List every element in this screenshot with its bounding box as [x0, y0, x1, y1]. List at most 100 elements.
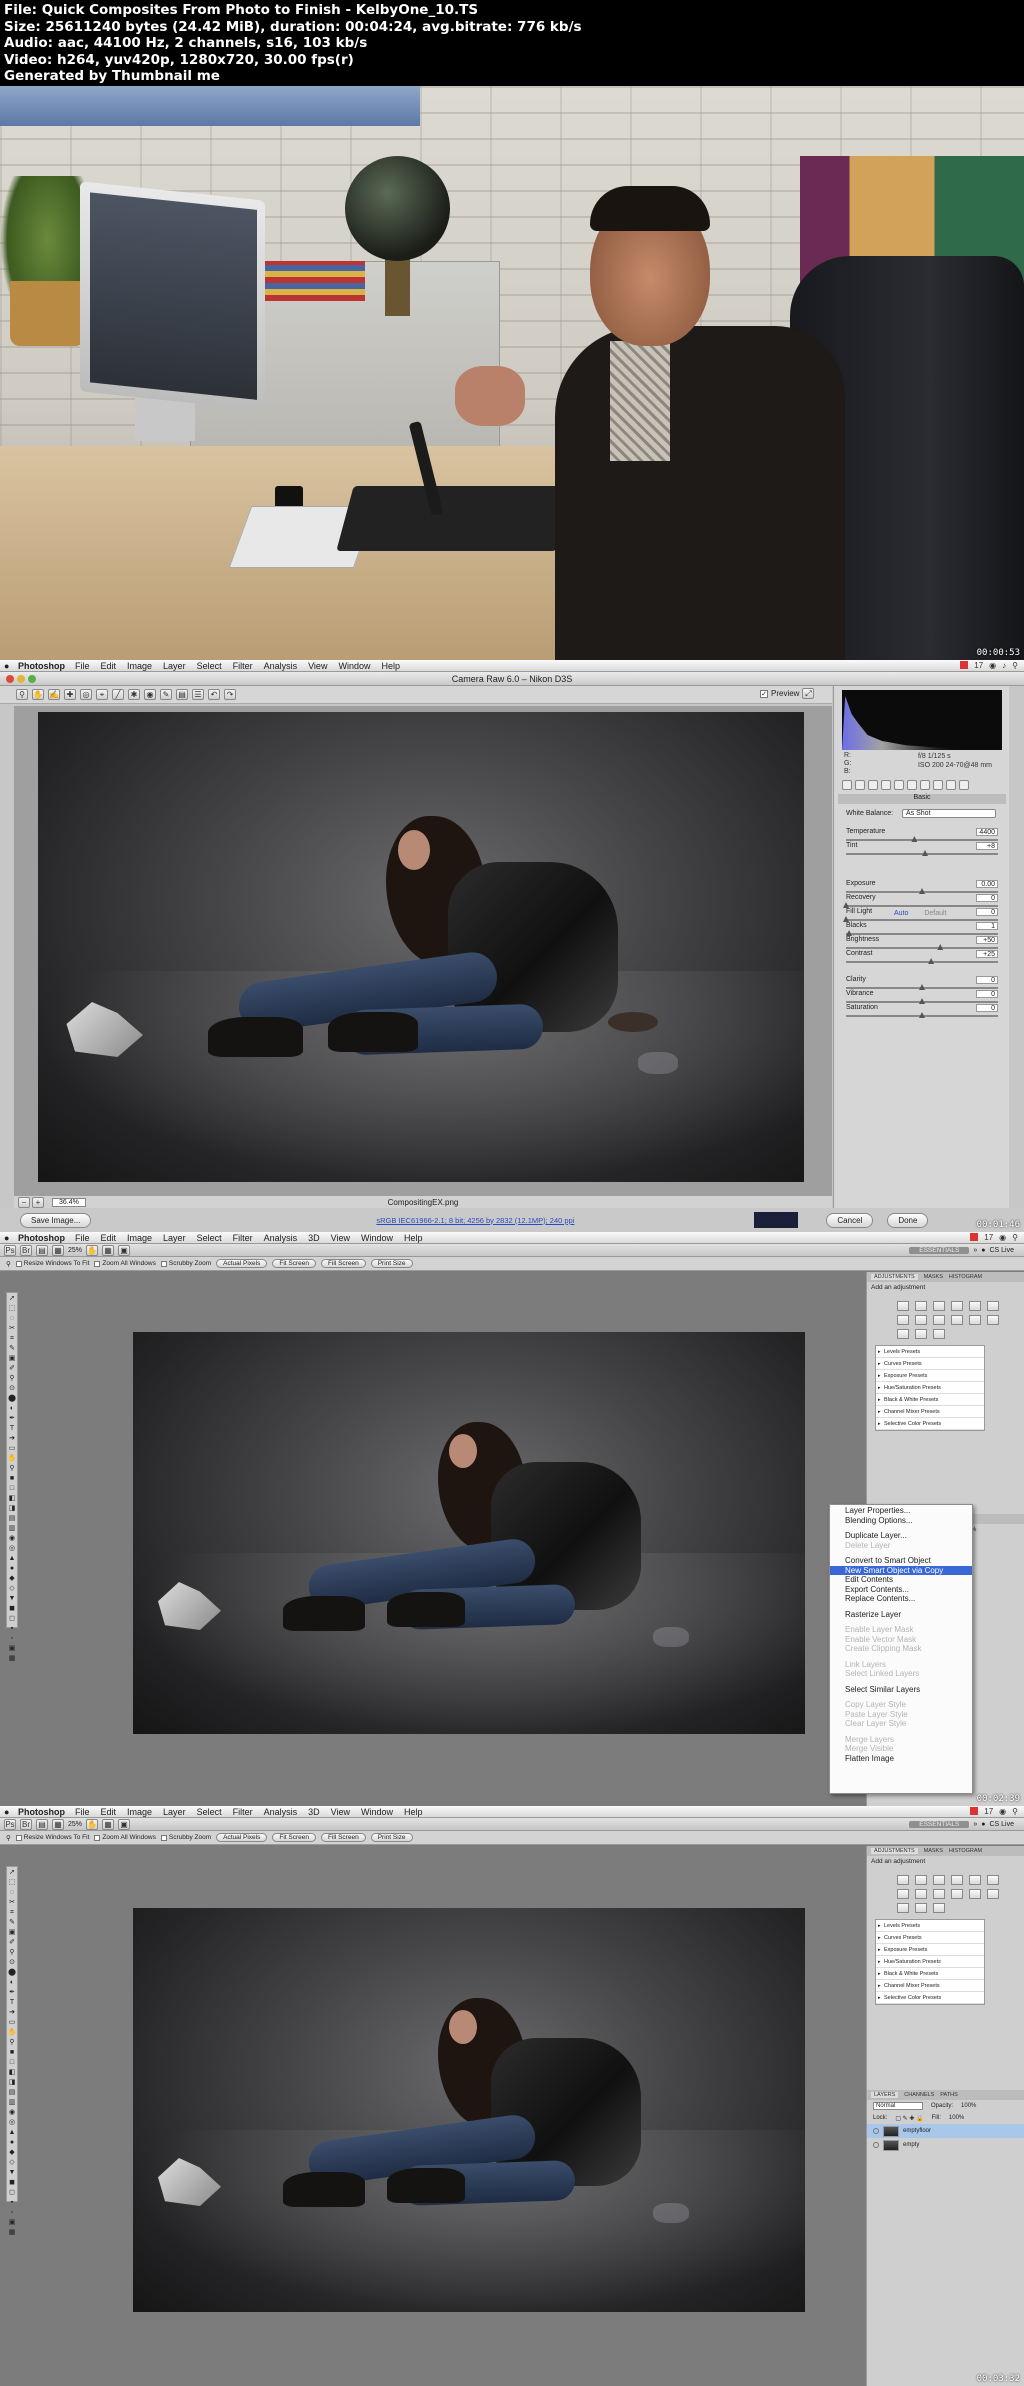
selective-color-icon[interactable] [933, 1903, 945, 1913]
photo-filter-icon[interactable] [933, 1315, 945, 1325]
zoom-tool-icon[interactable]: ⚲ [6, 1260, 11, 1268]
color-balance-icon[interactable] [897, 1315, 909, 1325]
exposure-icon[interactable] [951, 1875, 963, 1885]
tool-icon[interactable]: ◻ [7, 1614, 17, 1623]
preset-item[interactable]: Channel Mixer Presets [876, 1980, 984, 1992]
view-extras-icon[interactable]: ▦ [52, 1244, 64, 1256]
tool-icon[interactable]: ⌗ [7, 1334, 17, 1343]
preset-item[interactable]: Black & White Presets [876, 1394, 984, 1406]
tab-presets-icon[interactable] [946, 780, 956, 790]
menu-help[interactable]: Help [381, 661, 400, 671]
checkbox-icon[interactable] [160, 1260, 167, 1267]
slider-track[interactable] [846, 933, 998, 935]
menu-3d[interactable]: 3D [308, 1807, 320, 1817]
color-sampler-icon[interactable]: ✚ [64, 689, 76, 700]
zoom-out-icon[interactable]: − [18, 1196, 30, 1208]
tab-histogram[interactable]: HISTOGRAM [949, 1274, 982, 1280]
tool-icon[interactable]: T [7, 1998, 17, 2007]
menu-layer[interactable]: Layer [163, 1233, 186, 1243]
menu-layer[interactable]: Layer [163, 661, 186, 671]
slider-value[interactable]: 1 [976, 922, 998, 930]
preview-toggle[interactable]: ✓ Preview ⤢ [760, 688, 815, 699]
workflow-options-link[interactable]: sRGB IEC61966-2.1; 8 bit; 4256 by 2832 (… [376, 1216, 574, 1225]
slider-saturation[interactable]: Saturation 0 [846, 1004, 998, 1020]
tool-icon[interactable]: ▣ [7, 1928, 17, 1937]
tool-icon[interactable]: ✐ [7, 1364, 17, 1373]
color-balance-icon[interactable] [897, 1889, 909, 1899]
hue-saturation-icon[interactable] [987, 1875, 999, 1885]
tool-icon[interactable]: ✋ [7, 2028, 17, 2037]
rotate-right-icon[interactable]: ↷ [224, 689, 236, 700]
checkbox-icon[interactable] [94, 1834, 101, 1841]
spotlight-icon[interactable]: ⚲ [1012, 661, 1018, 670]
tool-icon[interactable]: ◌ [7, 1888, 17, 1897]
preset-item[interactable]: Exposure Presets [876, 1944, 984, 1956]
tab-paths[interactable]: PATHS [940, 2092, 958, 2098]
context-menu-item[interactable]: New Smart Object via Copy [830, 1565, 972, 1575]
tool-icon[interactable]: ■ [7, 2048, 17, 2057]
tool-icon[interactable]: ▣ [7, 1354, 17, 1363]
actual-pixels-button[interactable]: Actual Pixels [216, 1259, 268, 1268]
preset-item[interactable]: Black & White Presets [876, 1968, 984, 1980]
menu-file[interactable]: File [75, 661, 90, 671]
red-eye-icon[interactable]: ◉ [144, 689, 156, 700]
levels-icon[interactable] [915, 1875, 927, 1885]
tool-icon[interactable]: ▦ [7, 1654, 17, 1663]
menu-select[interactable]: Select [197, 1233, 222, 1243]
arrange-docs-icon[interactable]: ▦ [102, 1818, 115, 1830]
preset-item[interactable]: Selective Color Presets [876, 1992, 984, 2004]
menu-app-name[interactable]: Photoshop [18, 1807, 65, 1817]
slider-value[interactable]: 0 [976, 894, 998, 902]
tool-icon[interactable]: ✂ [7, 1324, 17, 1333]
black-white-icon[interactable] [915, 1889, 927, 1899]
zoom-tool-icon[interactable]: ⚲ [6, 1834, 11, 1842]
tool-icon[interactable]: ◨ [7, 2078, 17, 2087]
invert-icon[interactable] [969, 1889, 981, 1899]
slider-value[interactable]: 0.00 [976, 880, 998, 888]
menu-select[interactable]: Select [197, 1807, 222, 1817]
tool-icon[interactable]: ▲ [7, 2128, 17, 2137]
menu-file[interactable]: File [75, 1233, 90, 1243]
photo-filter-icon[interactable] [933, 1889, 945, 1899]
checkbox-icon[interactable] [94, 1260, 101, 1267]
tool-icon[interactable]: ➚ [7, 1868, 17, 1877]
fill-screen-button[interactable]: Fill Screen [320, 1259, 366, 1268]
preset-item[interactable]: Curves Presets [876, 1932, 984, 1944]
spot-removal-icon[interactable]: ✱ [128, 689, 140, 700]
tool-icon[interactable]: ➔ [7, 2008, 17, 2017]
targeted-adjust-icon[interactable]: ◎ [80, 689, 92, 700]
tool-icon[interactable]: ▤ [7, 1514, 17, 1523]
open-image-button[interactable] [754, 1212, 799, 1228]
layer-row[interactable]: emptyfloor [867, 2124, 1024, 2138]
cs-live-button[interactable]: CS Live [989, 1821, 1014, 1828]
context-menu-item[interactable]: Edit Contents [830, 1575, 972, 1585]
print-size-button[interactable]: Print Size [370, 1833, 413, 1842]
slider-value[interactable]: 0 [976, 990, 998, 998]
tab-layers[interactable]: LAYERS [871, 2092, 899, 2098]
tool-icon[interactable]: ◉ [7, 2108, 17, 2117]
tool-icon[interactable]: ▪ [7, 1624, 17, 1633]
tool-icon[interactable]: ▭ [7, 1444, 17, 1453]
curves-icon[interactable] [933, 1875, 945, 1885]
tool-icon[interactable]: ▣ [7, 1644, 17, 1653]
channel-mixer-icon[interactable] [951, 1315, 963, 1325]
menu-view[interactable]: View [308, 661, 327, 671]
vibrance-icon[interactable] [969, 1875, 981, 1885]
context-menu-item[interactable]: Flatten Image [830, 1754, 972, 1764]
context-menu-item[interactable]: Rasterize Layer [830, 1610, 972, 1620]
tool-icon[interactable]: ✎ [7, 1918, 17, 1927]
menu-app-name[interactable]: Photoshop [18, 1233, 65, 1243]
workspace-more-icon[interactable]: » [973, 1821, 977, 1828]
layer-name[interactable]: emptyfloor [903, 2128, 931, 2134]
context-menu-item[interactable]: Convert to Smart Object [830, 1556, 972, 1566]
minimize-icon[interactable] [17, 675, 25, 683]
tool-icon[interactable]: ◇ [7, 1584, 17, 1593]
slider-value[interactable]: 0 [976, 976, 998, 984]
option-zoom-all[interactable]: Zoom All Windows [94, 1834, 156, 1841]
tool-icon[interactable]: ✒ [7, 1988, 17, 1997]
eye-icon[interactable] [873, 2128, 879, 2134]
checkbox-icon[interactable] [15, 1260, 22, 1267]
blend-mode-select[interactable]: Normal [873, 2102, 923, 2110]
tab-adjustments[interactable]: ADJUSTMENTS [871, 1848, 918, 1854]
slider-value[interactable]: +50 [976, 936, 998, 944]
